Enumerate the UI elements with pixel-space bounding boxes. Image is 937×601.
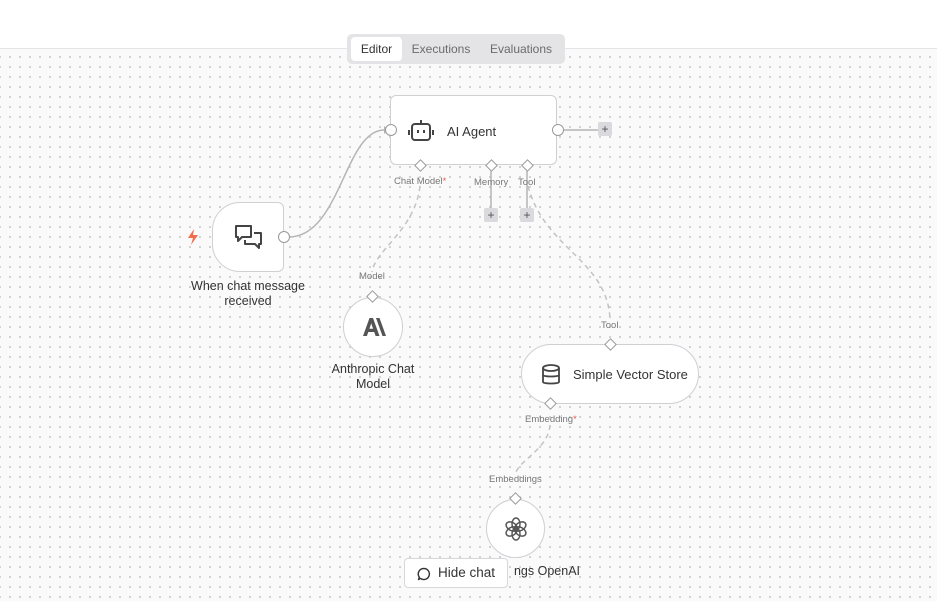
hide-chat-button[interactable]: Hide chat <box>404 558 508 588</box>
openai-icon <box>504 517 528 546</box>
view-tabs: Editor Executions Evaluations <box>347 34 565 64</box>
tool-port-label: Tool <box>518 177 536 188</box>
tab-executions[interactable]: Executions <box>407 37 475 61</box>
memory-port-label: Memory <box>474 177 509 188</box>
robot-icon <box>408 119 434 148</box>
embedding-port-label: Embedding* <box>525 414 577 425</box>
tab-editor[interactable]: Editor <box>351 37 402 61</box>
chat-bubble-icon <box>417 567 431 584</box>
database-icon <box>541 364 561 391</box>
anthropic-node-label: Anthropic Chat Model <box>331 362 415 391</box>
trigger-bolt-icon <box>186 228 200 251</box>
chat-bubbles-icon <box>234 224 264 257</box>
tool-input-port-label: Tool <box>601 320 619 331</box>
chat-model-port-label: Chat Model* <box>394 176 447 187</box>
add-node-after-agent-button[interactable]: + <box>598 122 612 136</box>
simple-vector-store-node[interactable]: Simple Vector Store <box>521 344 699 404</box>
embeddings-openai-node[interactable] <box>486 499 545 558</box>
agent-output-port[interactable] <box>552 124 564 136</box>
trigger-node-label: When chat message received <box>191 279 305 308</box>
ai-agent-label: AI Agent <box>447 124 497 139</box>
trigger-output-port[interactable] <box>278 231 290 243</box>
anthropic-icon <box>361 317 387 342</box>
ai-agent-node[interactable]: AI Agent <box>390 95 557 165</box>
embeddings-port-label: Embeddings <box>489 474 542 485</box>
add-memory-button[interactable]: + <box>484 208 498 222</box>
trigger-to-agent-connection <box>288 129 385 238</box>
embedding-connection <box>514 424 551 476</box>
model-connection <box>371 185 421 273</box>
tool-connection <box>527 185 611 321</box>
hide-chat-label: Hide chat <box>438 565 496 580</box>
agent-input-port[interactable] <box>385 124 397 136</box>
tab-evaluations[interactable]: Evaluations <box>485 37 557 61</box>
vector-store-label: Simple Vector Store <box>573 367 688 382</box>
connections-layer <box>288 126 611 476</box>
anthropic-chat-model-node[interactable] <box>343 297 403 357</box>
chat-trigger-node[interactable] <box>212 202 284 272</box>
model-port-label: Model <box>359 271 385 282</box>
add-tool-button[interactable]: + <box>520 208 534 222</box>
